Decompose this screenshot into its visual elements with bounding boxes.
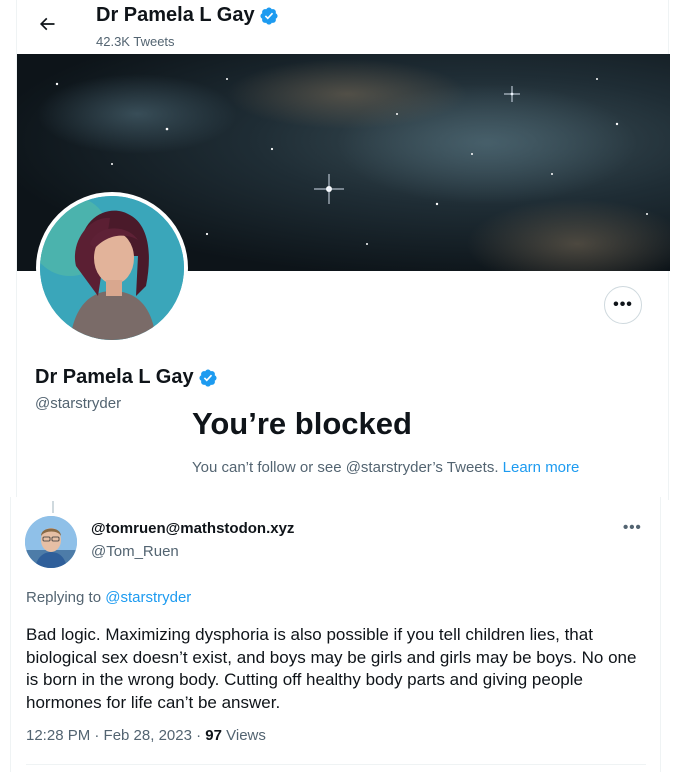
divider — [26, 764, 646, 765]
replying-to: Replying to @starstryder — [26, 589, 191, 606]
blocked-title: You’re blocked — [192, 406, 412, 441]
tweet-meta: 12:28 PM · Feb 28, 2023 · 97 Views — [26, 727, 266, 744]
author-photo — [25, 516, 77, 568]
replying-to-link[interactable]: @starstryder — [105, 589, 191, 606]
blocked-description: You can’t follow or see @starstryder’s T… — [192, 457, 612, 479]
header-name: Dr Pamela L Gay — [96, 4, 255, 26]
tweet-text: Bad logic. Maximizing dysphoria is also … — [26, 625, 637, 712]
profile-display-name: Dr Pamela L Gay — [35, 366, 218, 389]
more-icon: ••• — [613, 296, 633, 313]
profile-name: Dr Pamela L Gay — [35, 366, 194, 388]
learn-more-link[interactable]: Learn more — [503, 459, 580, 476]
arrow-left-icon — [39, 17, 55, 31]
header-title: Dr Pamela L Gay — [96, 4, 279, 27]
profile-avatar[interactable] — [36, 192, 188, 344]
tweet-timestamp[interactable]: 12:28 PM · Feb 28, 2023 · — [26, 727, 201, 744]
profile-handle: @starstryder — [35, 395, 122, 412]
tweet-author-handle[interactable]: @Tom_Ruen — [91, 543, 179, 560]
thread-line — [52, 501, 54, 513]
views-label: Views — [226, 727, 266, 744]
profile-header: Dr Pamela L Gay 42.3K Tweets — [17, 0, 668, 54]
profile-photo — [40, 196, 184, 340]
replying-prefix: Replying to — [26, 589, 102, 606]
verified-badge-icon — [199, 368, 217, 387]
views-count: 97 — [205, 727, 222, 744]
tweet-more-button[interactable]: ••• — [623, 519, 642, 536]
blocked-message: You can’t follow or see @starstryder’s T… — [192, 459, 499, 476]
back-button[interactable] — [33, 10, 61, 38]
tweet[interactable]: @tomruen@mathstodon.xyz @Tom_Ruen ••• Re… — [10, 497, 661, 772]
more-options-button[interactable]: ••• — [604, 286, 642, 324]
tweet-author-avatar[interactable] — [25, 516, 77, 568]
tweet-author-name[interactable]: @tomruen@mathstodon.xyz — [91, 520, 294, 537]
verified-badge-icon — [260, 6, 278, 25]
tweet-count: 42.3K Tweets — [96, 34, 175, 49]
profile-card: Dr Pamela L Gay 42.3K Tweets ••• Dr Pame… — [16, 0, 670, 500]
